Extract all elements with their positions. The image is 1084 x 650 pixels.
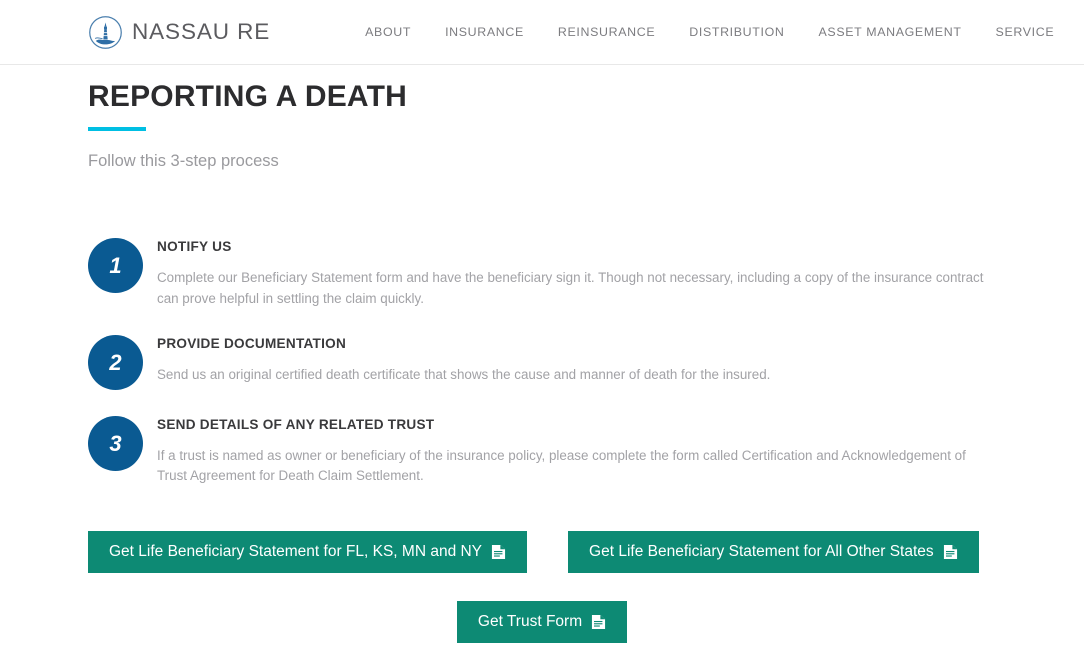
trust-form-button-row: Get Trust Form bbox=[88, 601, 996, 644]
step-number-badge: 1 bbox=[88, 238, 143, 294]
step-title: PROVIDE DOCUMENTATION bbox=[157, 336, 347, 352]
brand-logo[interactable]: NASSAU RE bbox=[88, 15, 270, 50]
nav-item-asset-management[interactable]: ASSET MANAGEMENT bbox=[801, 25, 978, 39]
step-item: 1 NOTIFY US Complete our Beneficiary Sta… bbox=[88, 233, 996, 309]
nav-item-reinsurance[interactable]: REINSURANCE bbox=[541, 25, 672, 39]
document-file-icon bbox=[491, 544, 506, 560]
step-content: SEND DETAILS OF ANY RELATED TRUST If a t… bbox=[157, 411, 996, 487]
step-description: Complete our Beneficiary Statement form … bbox=[157, 269, 984, 306]
step-content: NOTIFY US Complete our Beneficiary State… bbox=[157, 233, 996, 309]
nav-item-about[interactable]: ABOUT bbox=[348, 25, 428, 39]
step-number-badge: 3 bbox=[88, 416, 143, 472]
page-content: REPORTING A DEATH Follow this 3-step pro… bbox=[0, 65, 1084, 644]
page-title: REPORTING A DEATH bbox=[88, 80, 407, 113]
nav-item-insurance[interactable]: INSURANCE bbox=[428, 25, 541, 39]
lighthouse-circle-icon bbox=[88, 15, 123, 50]
document-button-row: Get Life Beneficiary Statement for FL, K… bbox=[88, 531, 996, 574]
get-trust-form-button[interactable]: Get Trust Form bbox=[456, 601, 628, 644]
step-title: SEND DETAILS OF ANY RELATED TRUST bbox=[157, 417, 435, 433]
step-title: NOTIFY US bbox=[157, 239, 232, 255]
step-description: Send us an original certified death cert… bbox=[157, 366, 771, 382]
site-header: NASSAU RE ABOUT INSURANCE REINSURANCE DI… bbox=[0, 0, 1084, 65]
nav-item-distribution[interactable]: DISTRIBUTION bbox=[672, 25, 801, 39]
step-content: PROVIDE DOCUMENTATION Send us an origina… bbox=[157, 330, 996, 385]
document-file-icon bbox=[591, 614, 606, 630]
main-navigation: ABOUT INSURANCE REINSURANCE DISTRIBUTION… bbox=[348, 21, 1084, 43]
get-life-beneficiary-statement-select-states-button[interactable]: Get Life Beneficiary Statement for FL, K… bbox=[88, 531, 528, 574]
step-item: 3 SEND DETAILS OF ANY RELATED TRUST If a… bbox=[88, 411, 996, 487]
button-label: Get Trust Form bbox=[477, 613, 583, 631]
button-label: Get Life Beneficiary Statement for All O… bbox=[589, 543, 934, 561]
steps-list: 1 NOTIFY US Complete our Beneficiary Sta… bbox=[88, 233, 996, 487]
nav-item-service[interactable]: SERVICE bbox=[979, 25, 1072, 39]
title-accent-rule bbox=[88, 127, 146, 132]
step-number-badge: 2 bbox=[88, 335, 143, 391]
step-description: If a trust is named as owner or benefici… bbox=[157, 447, 966, 484]
button-label: Get Life Beneficiary Statement for FL, K… bbox=[109, 543, 483, 561]
page-subtitle: Follow this 3-step process bbox=[88, 152, 279, 171]
get-life-beneficiary-statement-all-states-button[interactable]: Get Life Beneficiary Statement for All O… bbox=[568, 531, 979, 574]
document-file-icon bbox=[943, 544, 958, 560]
step-item: 2 PROVIDE DOCUMENTATION Send us an origi… bbox=[88, 330, 996, 391]
brand-name: NASSAU RE bbox=[132, 19, 271, 44]
